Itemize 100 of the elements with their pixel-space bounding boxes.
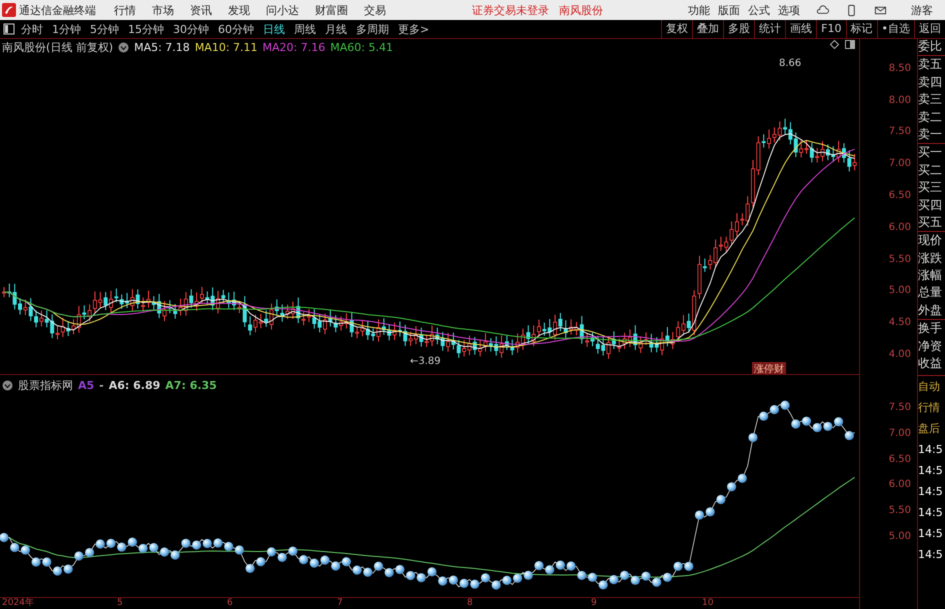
- quote-field-label: 卖三: [918, 91, 943, 108]
- menu-item[interactable]: 交易: [364, 2, 386, 18]
- menu-item[interactable]: 发现: [228, 2, 250, 18]
- period-tab[interactable]: 5分钟: [90, 22, 119, 36]
- stock-link[interactable]: 南风股份: [559, 2, 603, 18]
- period-tab[interactable]: 1分钟: [52, 22, 81, 36]
- trade-time: 14:5: [918, 442, 944, 458]
- indicator-axis-label: 5.00: [888, 531, 911, 543]
- quote-field-label: 外盘: [918, 302, 943, 319]
- quote-field-label: 买一: [918, 144, 943, 162]
- trade-time: 14:5: [918, 463, 944, 479]
- toolbar-button[interactable]: F10: [816, 20, 846, 38]
- price-axis-label: 8.00: [888, 94, 911, 107]
- period-tab[interactable]: 分时: [21, 22, 43, 36]
- period-tab[interactable]: 30分钟: [173, 22, 209, 36]
- price-axis-label: 5.50: [888, 254, 911, 266]
- cloud-icon[interactable]: [816, 4, 829, 16]
- quote-field-label: 涨幅: [918, 267, 943, 284]
- price-axis-label: 6.50: [888, 190, 911, 202]
- quote-field-label: 总量: [918, 284, 943, 302]
- menu-item[interactable]: 版面: [718, 2, 740, 18]
- quote-field-label: 买三: [918, 179, 943, 196]
- toolbar-button[interactable]: •自选: [876, 20, 914, 38]
- trade-time: 14:5: [918, 505, 944, 521]
- menu-item[interactable]: 公式: [748, 2, 770, 18]
- toolbar-button[interactable]: 叠加: [692, 20, 724, 38]
- indicator-axis-label: 6.00: [888, 479, 911, 492]
- quote-field-label: 涨跌: [918, 250, 943, 267]
- price-axis-label: 4.00: [888, 349, 911, 361]
- event-tag: 涨停财: [752, 362, 786, 374]
- indicator-value-label: A7: 6.35: [165, 379, 217, 392]
- menu-item[interactable]: 财富圈: [315, 2, 348, 18]
- date-axis-label: 8: [467, 598, 473, 609]
- indicator-axis-label: 5.50: [888, 505, 911, 518]
- quote-field-label: 买五: [918, 214, 943, 231]
- indicator-value-label: -: [99, 379, 104, 392]
- indicator-axis-label: 7.50: [888, 402, 911, 414]
- period-tab[interactable]: 周线: [294, 22, 316, 36]
- menu-item[interactable]: 问小达: [266, 2, 299, 18]
- quote-field-label: 收益: [918, 355, 943, 372]
- date-axis-label: 2024年: [2, 598, 34, 609]
- side-menu-item[interactable]: 行情: [918, 397, 945, 418]
- indicator-title: 股票指标网: [18, 378, 73, 393]
- quote-field-label: 委比: [918, 38, 943, 55]
- toolbar-button[interactable]: 复权: [661, 20, 692, 38]
- price-axis-label: 5.00: [888, 285, 911, 298]
- quote-field-label: 卖四: [918, 74, 943, 91]
- quote-field-label: 现价: [918, 232, 943, 250]
- menu-item[interactable]: 市场: [152, 2, 174, 18]
- menu-item[interactable]: 资讯: [190, 2, 212, 18]
- date-axis-label: 10: [702, 598, 714, 609]
- period-tab[interactable]: 月线: [325, 22, 347, 36]
- menu-item[interactable]: 功能: [688, 2, 710, 18]
- indicator-value-label: A5: [78, 379, 94, 392]
- login-status[interactable]: 证券交易未登录: [472, 2, 549, 18]
- period-tab[interactable]: 60分钟: [218, 22, 254, 36]
- price-axis-label: 6.00: [888, 222, 911, 234]
- indicator-value-label: A6: 6.89: [108, 379, 160, 392]
- trade-time: 14:5: [918, 484, 944, 500]
- moving-average-label: MA20: 7.16: [262, 41, 326, 54]
- toolbar-button[interactable]: 标记: [846, 20, 876, 38]
- date-axis-label: 5: [117, 598, 123, 609]
- trade-time: 14:5: [918, 547, 944, 563]
- moving-average-label: MA60: 5.41: [330, 41, 393, 54]
- quote-field-label: 换手: [918, 320, 943, 338]
- settings-icon[interactable]: [118, 42, 130, 53]
- side-menu-item[interactable]: 自动: [918, 376, 945, 397]
- diamond-icon[interactable]: [830, 40, 839, 49]
- price-axis-label: 8.50: [888, 62, 911, 75]
- user-label[interactable]: 游客: [911, 2, 933, 18]
- price-axis-label: 7.50: [888, 126, 911, 138]
- toolbar-button[interactable]: 统计: [754, 20, 786, 38]
- settings-icon[interactable]: [2, 380, 13, 391]
- high-price-label: 8.66: [779, 58, 802, 69]
- period-tab[interactable]: 15分钟: [128, 22, 164, 36]
- quote-field-label: 净资: [918, 338, 943, 355]
- price-axis-label: 7.00: [888, 158, 911, 170]
- menu-item[interactable]: 行情: [114, 2, 136, 18]
- app-logo-icon: [2, 3, 16, 17]
- quote-field-label: 买二: [918, 162, 943, 179]
- quote-field-label: 卖二: [918, 108, 943, 126]
- moving-average-label: MA5: 7.18: [134, 41, 190, 54]
- panel-toggle-icon[interactable]: [3, 23, 15, 35]
- date-axis-label: 6: [227, 598, 233, 609]
- date-axis-label: 7: [337, 598, 343, 609]
- window-icon[interactable]: [845, 40, 855, 49]
- period-tab[interactable]: 多周期: [356, 22, 389, 36]
- quote-field-label: 卖五: [918, 56, 943, 74]
- indicator-axis-label: 6.50: [888, 454, 911, 466]
- side-menu-item[interactable]: 盘后: [918, 418, 945, 439]
- period-tab[interactable]: 日线: [263, 22, 285, 36]
- menu-item[interactable]: 选项: [778, 2, 800, 18]
- indicator-axis-label: 7.00: [888, 428, 911, 440]
- toolbar-button[interactable]: 返回: [914, 20, 945, 38]
- toolbar-button[interactable]: 多股: [723, 20, 754, 38]
- moving-average-label: MA10: 7.11: [194, 41, 258, 54]
- toolbar-button[interactable]: 画线: [785, 20, 816, 38]
- quote-field-label: 卖一: [918, 126, 943, 143]
- quote-field-label: 买四: [918, 196, 943, 214]
- period-tab[interactable]: 更多>: [398, 22, 430, 36]
